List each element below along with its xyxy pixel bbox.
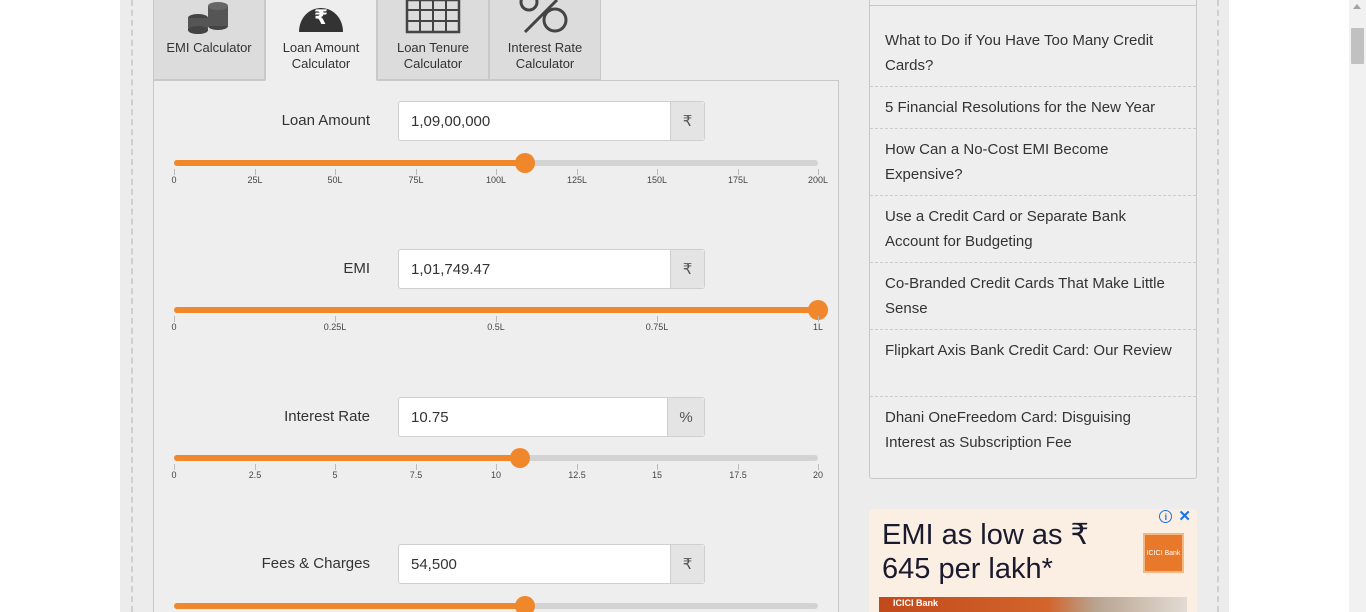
scrollbar-thumb[interactable] [1351,28,1364,64]
slider-handle[interactable] [515,153,535,173]
coins-stack-icon [154,0,264,36]
svg-text:₹: ₹ [314,5,328,29]
slider-tick-label: 12.5 [568,470,586,480]
loan-amount-input-group: ₹ [398,101,705,141]
tab-emi-calculator[interactable]: EMI Calculator [153,0,265,80]
interest-rate-input-group: % [398,397,705,437]
emi-input[interactable] [399,250,670,288]
rupee-addon: ₹ [670,545,704,583]
interest-rate-row: Interest Rate % [154,397,840,437]
tab-label: Loan Tenure Calculator [396,40,470,71]
sidebar-article-link[interactable]: How Can a No-Cost EMI Become Expensive? [870,137,1196,196]
emi-label: EMI [343,260,370,277]
page-scrollbar[interactable] [1349,0,1366,612]
slider-tick-label: 10 [490,470,502,480]
percent-icon [490,0,600,36]
slider-tick-label: 175L [727,175,749,185]
tab-label: Loan Amount Calculator [282,40,360,71]
slider-tick-label: 7.5 [409,470,423,480]
slider-tick-label: 50L [327,175,343,185]
slider-tick-label: 20 [812,470,824,480]
rupee-addon: ₹ [670,250,704,288]
slider-fill [174,455,520,461]
interest-rate-input[interactable] [399,398,667,436]
slider-tick-label: 5 [332,470,338,480]
tab-label: EMI Calculator [166,40,252,55]
slider-handle[interactable] [510,448,530,468]
slider-tick-label: 17.5 [729,470,747,480]
ad-info-icon[interactable]: i [1159,510,1173,523]
emi-row: EMI ₹ [154,249,840,289]
tab-loan-tenure-calculator[interactable]: Loan Tenure Calculator [377,0,489,80]
interest-rate-slider[interactable]: 0 2.5 5 7.5 10 12.5 15 17.5 20 [171,448,823,490]
loan-amount-input[interactable] [399,102,670,140]
fees-charges-input[interactable] [399,545,670,583]
sidebar-article-link[interactable]: Co-Branded Credit Cards That Make Little… [870,271,1196,330]
sidebar-article-link[interactable]: Use a Credit Card or Separate Bank Accou… [870,204,1196,263]
slider-tick-label: 75L [408,175,424,185]
left-dashed-border [131,0,133,612]
slider-tick-label: 2.5 [248,470,262,480]
tab-label: Interest Rate Calculator [507,40,583,71]
slider-tick-label: 25L [247,175,263,185]
calculator-panel: Loan Amount ₹ 0 25L 50L 75L 100L 125L 150L 175L… [153,80,839,612]
advertisement[interactable]: EMI as low as ₹ 645 per lakh* ICICI Bank… [869,509,1197,612]
slider-tick-label: 200L [807,175,829,185]
slider-tick-label: 150L [646,175,668,185]
money-bag-icon: ₹ [266,0,376,36]
slider-fill [174,307,818,313]
bank-logo-text: ICICI Bank [1146,549,1181,557]
slider-handle[interactable] [515,596,535,612]
slider-tick-label: 0 [171,470,177,480]
calculator-tabs: EMI Calculator ₹ Loan Amount Calculator … [153,0,603,81]
loan-amount-slider[interactable]: 0 25L 50L 75L 100L 125L 150L 175L 200L [171,153,828,195]
ad-banner-image: ICICI Bank [879,597,1187,612]
fees-charges-row: Fees & Charges ₹ [154,544,840,584]
slider-tick-label: 15 [651,470,663,480]
sidebar-article-link[interactable]: Flipkart Axis Bank Credit Card: Our Revi… [870,338,1196,397]
tab-loan-amount-calculator[interactable]: ₹ Loan Amount Calculator [265,0,377,81]
slider-fill [174,603,525,609]
slider-tick-label: 1L [812,322,824,332]
related-articles-list: What to Do if You Have Too Many Credit C… [869,0,1197,479]
slider-tick-label: 125L [566,175,588,185]
loan-amount-label: Loan Amount [281,112,370,129]
rupee-addon: ₹ [670,102,704,140]
divider [870,5,1196,6]
ad-close-icon[interactable]: ✕ [1178,509,1191,524]
ad-controls: i ✕ [1159,509,1191,524]
fees-charges-input-group: ₹ [398,544,705,584]
fees-charges-slider[interactable] [174,596,818,612]
slider-tick-label: 0.25L [323,322,347,332]
loan-amount-row: Loan Amount ₹ [154,101,840,141]
slider-tick-label: 0.75L [645,322,669,332]
sidebar-article-link[interactable]: What to Do if You Have Too Many Credit C… [870,28,1196,87]
interest-rate-label: Interest Rate [284,408,370,425]
slider-fill [174,160,525,166]
emi-slider[interactable]: 0 0.25L 0.5L 0.75L 1L [171,300,828,342]
slider-tick-label: 0.5L [487,322,505,332]
percent-addon: % [667,398,704,436]
ad-banner-text: ICICI Bank [893,598,939,608]
slider-tick-label: 100L [485,175,507,185]
fees-charges-label: Fees & Charges [261,555,370,572]
emi-input-group: ₹ [398,249,705,289]
ad-headline: EMI as low as ₹ 645 per lakh* [882,519,1090,585]
scroll-up-arrow-icon[interactable] [1353,4,1361,9]
bank-logo: ICICI Bank [1143,533,1184,573]
calendar-icon [378,0,488,36]
slider-tick-label: 0 [171,322,177,332]
right-dashed-border [1217,0,1219,612]
tab-interest-rate-calculator[interactable]: Interest Rate Calculator [489,0,601,80]
sidebar-article-link[interactable]: Dhani OneFreedom Card: Disguising Intere… [870,405,1196,464]
slider-tick-label: 0 [171,175,177,185]
sidebar-article-link[interactable]: 5 Financial Resolutions for the New Year [870,95,1196,129]
